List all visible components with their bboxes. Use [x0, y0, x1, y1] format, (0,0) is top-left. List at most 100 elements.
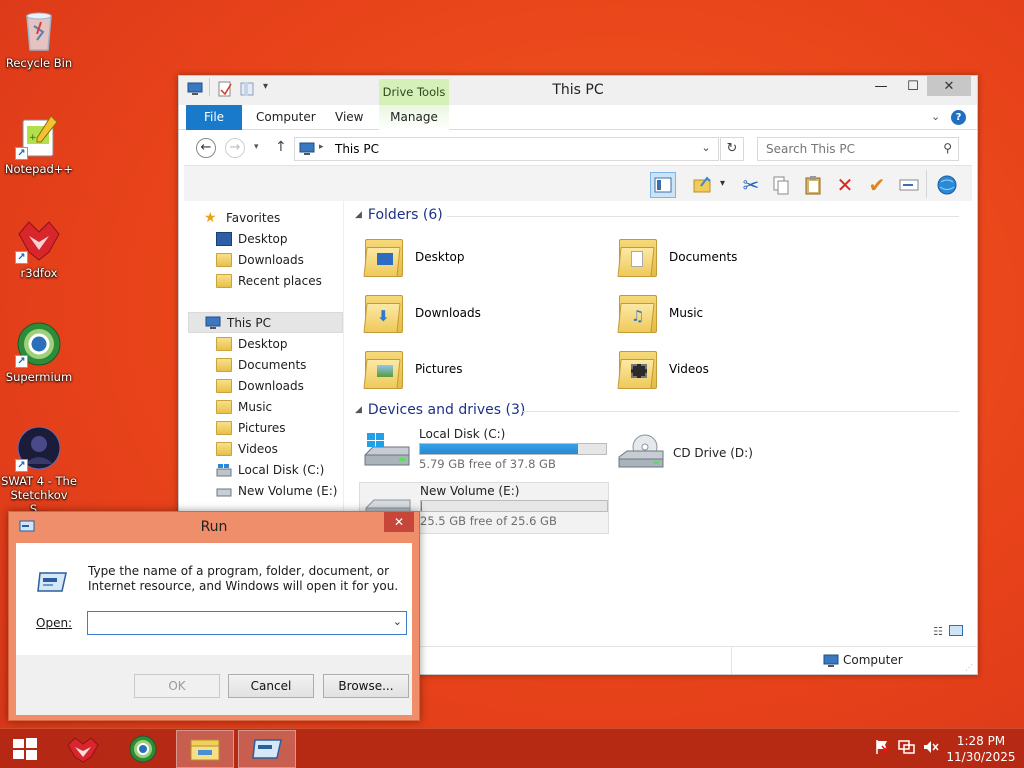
tab-file[interactable]: File — [186, 105, 242, 130]
open-combobox[interactable]: ⌄ — [87, 611, 407, 635]
large-icons-view-icon[interactable] — [949, 625, 963, 636]
folder-tile-pictures[interactable]: Pictures — [363, 343, 463, 395]
folder-tile-desktop[interactable]: Desktop — [363, 231, 465, 283]
preview-pane-icon[interactable] — [650, 172, 676, 198]
folder-name: Downloads — [415, 306, 481, 320]
drive-usage-fill — [421, 501, 422, 511]
downloads-folder-icon: ⬇ — [363, 291, 407, 335]
nav-label: Downloads — [238, 378, 304, 393]
nav-favorites[interactable]: ★ Favorites — [204, 207, 362, 228]
desktop-icon-supermium[interactable]: ↗ Supermium — [0, 320, 78, 384]
tab-computer[interactable]: Computer — [244, 105, 328, 130]
folder-tile-videos[interactable]: Videos — [617, 343, 709, 395]
search-input[interactable] — [758, 138, 933, 160]
rename-icon[interactable] — [896, 172, 922, 198]
help-icon[interactable]: ? — [951, 110, 966, 125]
details-view-icon[interactable]: ☷ — [933, 625, 943, 638]
nav-this-pc[interactable]: This PC — [188, 312, 343, 333]
network-globe-icon[interactable] — [934, 172, 960, 198]
desktop-icon-r3dfox[interactable]: ↗ r3dfox — [0, 216, 78, 280]
resize-grip-icon[interactable]: ⋰ — [965, 663, 973, 672]
divider — [731, 647, 732, 674]
run-close-button[interactable]: ✕ — [384, 512, 414, 532]
copy-icon[interactable] — [768, 172, 794, 198]
recent-locations-icon[interactable]: ▾ — [254, 142, 259, 152]
group-title: Devices and drives (3) — [367, 402, 526, 418]
paste-icon[interactable] — [800, 172, 826, 198]
desktop-icon-label: SWAT 4 - The Stetchkov S... — [1, 474, 77, 516]
clock[interactable]: 1:28 PM 11/30/2025 — [946, 733, 1016, 765]
tab-manage[interactable]: Manage — [379, 105, 449, 130]
taskbar-file-explorer[interactable] — [176, 730, 234, 768]
address-bar[interactable]: ▸ This PC ⌄ — [294, 137, 719, 161]
desktop-icon-label: r3dfox — [20, 266, 58, 280]
folder-tile-music[interactable]: ♫ Music — [617, 287, 703, 339]
drive-name: CD Drive (D:) — [673, 446, 753, 460]
computer-icon — [823, 654, 839, 671]
forward-button[interactable]: → — [225, 138, 245, 158]
collapse-triangle-icon: ◢ — [355, 210, 362, 220]
volume-muted-icon[interactable] — [922, 739, 940, 759]
explorer-titlebar[interactable]: ▾ This PC Drive Tools — ☐ ✕ — [179, 76, 977, 105]
folder-name: Videos — [669, 362, 709, 376]
back-button[interactable]: ← — [196, 138, 216, 158]
checkmark-icon[interactable]: ✔ — [864, 172, 890, 198]
open-input[interactable] — [88, 612, 383, 634]
refresh-button[interactable]: ↻ — [720, 137, 744, 161]
tab-view[interactable]: View — [323, 105, 375, 130]
drive-name: New Volume (E:) — [420, 484, 520, 498]
minimize-button[interactable]: — — [869, 76, 893, 96]
folder-icon — [216, 420, 232, 435]
local-disk-icon — [363, 433, 411, 473]
start-button[interactable] — [0, 730, 50, 768]
devices-group-header[interactable]: ◢ Devices and drives (3) — [355, 402, 525, 418]
address-dropdown-icon[interactable]: ⌄ — [696, 141, 716, 154]
drive-tile-d[interactable]: CD Drive (D:) — [617, 433, 753, 473]
nav-label: Local Disk (C:) — [238, 462, 325, 477]
drive-tile-c[interactable]: Local Disk (C:) 5.79 GB free of 37.8 GB — [363, 427, 607, 473]
expand-ribbon-icon[interactable]: ⌄ — [931, 110, 940, 123]
folder-tile-downloads[interactable]: ⬇ Downloads — [363, 287, 481, 339]
pictures-folder-icon — [363, 347, 407, 391]
close-button[interactable]: ✕ — [927, 76, 971, 96]
folder-options-icon[interactable] — [690, 172, 716, 198]
desktop-icon-notepadpp[interactable]: ++ ↗ Notepad++ — [0, 112, 78, 176]
taskbar-supermium[interactable] — [114, 730, 172, 768]
address-path[interactable]: This PC — [335, 142, 379, 156]
run-titlebar[interactable]: Run ✕ — [9, 512, 419, 542]
divider — [926, 170, 927, 198]
run-dialog[interactable]: Run ✕ Type the name of a program, folder… — [8, 511, 420, 721]
search-box[interactable]: ⚲ — [757, 137, 959, 161]
folder-options-dropdown-icon[interactable]: ▾ — [720, 178, 725, 189]
up-button[interactable]: ↑ — [275, 139, 287, 155]
ok-button[interactable]: OK — [134, 674, 220, 698]
open-dropdown-icon[interactable]: ⌄ — [393, 615, 402, 628]
delete-icon[interactable]: ✕ — [832, 172, 858, 198]
browse-button[interactable]: Browse... — [323, 674, 409, 698]
folders-group-header[interactable]: ◢ Folders (6) — [355, 207, 443, 223]
taskbar-run[interactable] — [238, 730, 296, 768]
run-title: Run — [200, 519, 228, 535]
nav-label: Desktop — [238, 231, 288, 246]
folder-name: Music — [669, 306, 704, 320]
nav-label: Downloads — [238, 252, 304, 267]
network-icon[interactable] — [898, 739, 916, 759]
folder-name: Desktop — [415, 250, 465, 264]
search-icon[interactable]: ⚲ — [943, 141, 952, 155]
cut-icon[interactable]: ✂ — [738, 172, 764, 198]
command-toolbar: ▾ ✂ ✕ ✔ — [184, 165, 972, 201]
run-app-icon — [252, 739, 282, 759]
folder-tile-documents[interactable]: Documents — [617, 231, 737, 283]
taskbar-r3dfox[interactable] — [54, 730, 112, 768]
cancel-button[interactable]: Cancel — [228, 674, 314, 698]
group-divider — [523, 411, 959, 412]
desktop-icon-swat4[interactable]: ↗ SWAT 4 - The Stetchkov S... — [0, 424, 78, 516]
maximize-button[interactable]: ☐ — [901, 76, 925, 96]
ribbon-tabs: File Computer View Manage ⌄ ? — [179, 105, 977, 130]
recent-places-icon — [216, 273, 232, 288]
run-program-icon — [36, 569, 68, 598]
drive-free-space: 25.5 GB free of 25.6 GB — [420, 514, 557, 528]
desktop-icon-recycle-bin[interactable]: Recycle Bin — [0, 6, 78, 70]
action-center-flag-icon[interactable] — [874, 739, 890, 759]
contextual-tab-group: Drive Tools — [379, 79, 449, 105]
